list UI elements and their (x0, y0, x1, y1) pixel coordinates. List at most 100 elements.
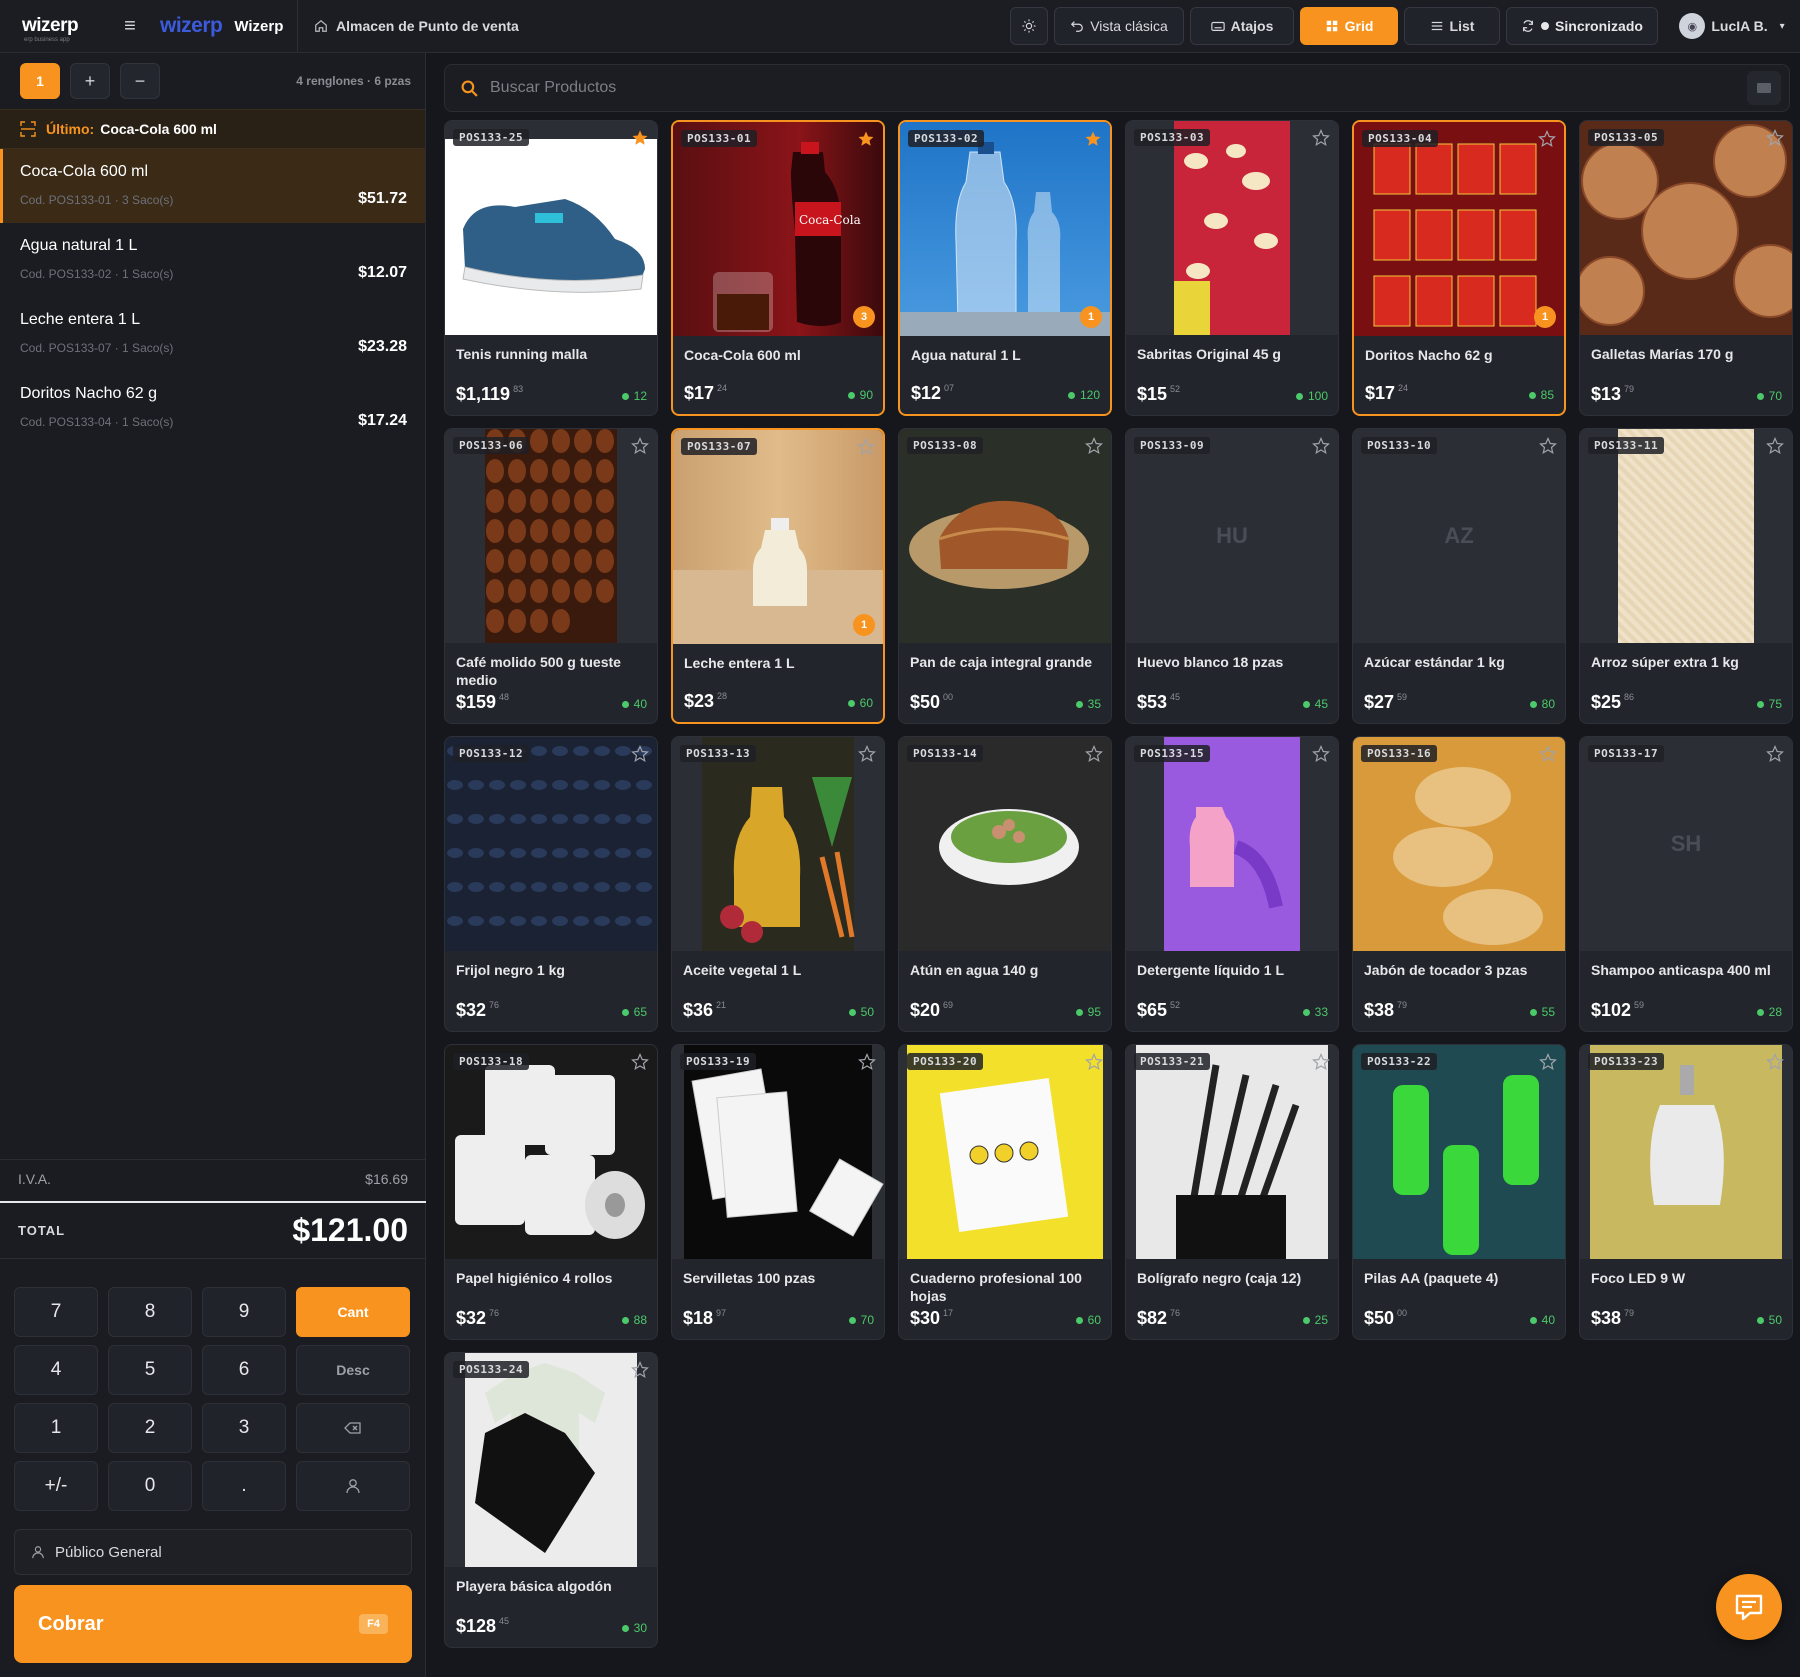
star-icon[interactable] (1539, 745, 1557, 763)
favorite-star-icon[interactable] (857, 130, 875, 148)
product-card[interactable]: POS133-23 Foco LED 9 W $38 79 50 (1579, 1044, 1793, 1340)
product-card[interactable]: POS133-19 Servilletas 100 pzas $18 97 70 (671, 1044, 885, 1340)
product-code: POS133-18 (453, 1053, 530, 1070)
price-integer: $65 (1137, 1000, 1168, 1020)
keypad-key[interactable]: 8 (108, 1287, 192, 1337)
keypad-key[interactable]: 4 (14, 1345, 98, 1395)
product-card[interactable]: POS133-11 Arroz súper extra 1 kg $25 86 75 (1579, 428, 1793, 724)
product-card[interactable]: POS133-07 1 Leche entera 1 L $23 28 60 (671, 428, 885, 724)
product-card[interactable]: POS133-06 Café molido 500 g tueste medio $… (444, 428, 658, 724)
cart-item-price: $12.07 (358, 264, 407, 281)
product-initials: SH (1670, 831, 1702, 856)
product-card[interactable]: POS133-24 Playera básica algodón $128 45 30 (444, 1352, 658, 1648)
grid-view-button[interactable]: Grid (1300, 7, 1398, 45)
product-card[interactable]: HU POS133-09 Huevo blanco 18 pzas $53 45 45 (1125, 428, 1339, 724)
remove-ticket-button[interactable]: − (120, 63, 160, 99)
price-integer: $15 (1137, 384, 1168, 404)
star-icon[interactable] (631, 1053, 649, 1071)
list-view-button[interactable]: List (1404, 7, 1500, 45)
star-icon[interactable] (1539, 437, 1557, 455)
keypad-key[interactable]: 1 (14, 1403, 98, 1453)
keypad-key[interactable]: . (202, 1461, 286, 1511)
stock-count: 90 (859, 388, 873, 402)
star-icon[interactable] (1085, 1053, 1103, 1071)
star-icon[interactable] (1312, 1053, 1330, 1071)
product-name: Atún en agua 140 g (910, 962, 1039, 978)
star-icon[interactable] (1766, 129, 1784, 147)
stock-indicator: 35 (1075, 697, 1101, 711)
discount-key[interactable]: Desc (296, 1345, 410, 1395)
star-icon[interactable] (631, 437, 649, 455)
barcode-button[interactable] (1747, 71, 1781, 105)
star-icon[interactable] (1766, 1053, 1784, 1071)
product-card[interactable]: POS133-21 Bolígrafo negro (caja 12) $82 76 2… (1125, 1044, 1339, 1340)
product-card[interactable]: POS133-08 Pan de caja integral grande $50 0… (898, 428, 1112, 724)
price-integer: $53 (1137, 692, 1168, 712)
product-card[interactable]: POS133-13 Aceite vegetal 1 L $36 21 50 (671, 736, 885, 1032)
product-card[interactable]: POS133-18 Papel higiénico 4 rollos $32 76 88 (444, 1044, 658, 1340)
theme-toggle-button[interactable] (1010, 7, 1048, 45)
product-card[interactable]: POS133-14 Atún en agua 140 g $20 69 95 (898, 736, 1112, 1032)
star-icon[interactable] (858, 745, 876, 763)
star-icon[interactable] (1085, 437, 1103, 455)
keypad-key[interactable]: 9 (202, 1287, 286, 1337)
classic-view-button[interactable]: Vista clásica (1054, 7, 1184, 45)
shortcuts-button[interactable]: Atajos (1190, 7, 1294, 45)
product-card[interactable]: POS133-12 Frijol negro 1 kg $32 76 65 (444, 736, 658, 1032)
star-icon[interactable] (1085, 745, 1103, 763)
star-icon[interactable] (1766, 745, 1784, 763)
chat-button[interactable] (1716, 1574, 1782, 1640)
star-icon[interactable] (1766, 437, 1784, 455)
star-icon[interactable] (1539, 1053, 1557, 1071)
keypad-key[interactable]: +/- (14, 1461, 98, 1511)
quantity-key[interactable]: Cant (296, 1287, 410, 1337)
star-icon[interactable] (1538, 130, 1556, 148)
menu-icon[interactable]: ≡ (110, 15, 150, 38)
add-ticket-button[interactable]: + (70, 63, 110, 99)
product-card[interactable]: POS133-22 Pilas AA (paquete 4) $50 00 40 (1352, 1044, 1566, 1340)
star-icon[interactable] (857, 438, 875, 456)
star-icon[interactable] (631, 745, 649, 763)
star-icon[interactable] (1312, 745, 1330, 763)
search-input[interactable] (490, 79, 1735, 97)
keypad-key[interactable]: 0 (108, 1461, 192, 1511)
product-card[interactable]: Coca-Cola POS133-01 3 Coca-Cola 600 ml $17 24… (671, 120, 885, 416)
product-card[interactable]: POS133-15 Detergente líquido 1 L $65 52 33 (1125, 736, 1339, 1032)
product-card[interactable]: POS133-16 Jabón de tocador 3 pzas $38 79 55 (1352, 736, 1566, 1032)
product-card[interactable]: POS133-02 1 Agua natural 1 L $12 07 120 (898, 120, 1112, 416)
price-cents: 52 (1170, 1000, 1181, 1010)
star-icon[interactable] (1312, 129, 1330, 147)
user-menu-button[interactable]: ◉ LucIA B. ▾ (1664, 7, 1800, 45)
backspace-key[interactable] (296, 1403, 410, 1453)
product-card[interactable]: POS133-25 Tenis running malla $1,119 83 12 (444, 120, 658, 416)
sync-status-button[interactable]: Sincronizado (1506, 7, 1658, 45)
product-card[interactable]: POS133-04 1 Doritos Nacho 62 g $17 24 85 (1352, 120, 1566, 416)
product-price: $50 00 (910, 692, 953, 713)
favorite-star-icon[interactable] (1084, 130, 1102, 148)
cart-item[interactable]: Doritos Nacho 62 g Cod. POS133-04 · 1 Sac… (0, 371, 425, 445)
keypad-key[interactable]: 3 (202, 1403, 286, 1453)
cart-item[interactable]: Coca-Cola 600 ml Cod. POS133-01 · 3 Saco(… (0, 149, 425, 223)
customer-selector[interactable]: Público General (14, 1529, 412, 1575)
star-icon[interactable] (631, 1361, 649, 1379)
star-icon[interactable] (1312, 437, 1330, 455)
cart-item[interactable]: Agua natural 1 L Cod. POS133-02 · 1 Saco(… (0, 223, 425, 297)
customer-key[interactable] (296, 1461, 410, 1511)
keypad-key[interactable]: 2 (108, 1403, 192, 1453)
cart-item[interactable]: Leche entera 1 L Cod. POS133-07 · 1 Saco(… (0, 297, 425, 371)
product-card[interactable]: POS133-05 Galletas Marías 170 g $13 79 70 (1579, 120, 1793, 416)
product-card[interactable]: AZ POS133-10 Azúcar estándar 1 kg $27 59 80 (1352, 428, 1566, 724)
charge-button[interactable]: Cobrar F4 (14, 1585, 412, 1663)
ticket-tab-active[interactable]: 1 (20, 63, 60, 99)
product-card[interactable]: POS133-20 Cuaderno profesional 100 hojas $… (898, 1044, 1112, 1340)
brand-logo[interactable]: wizerp erp business app (0, 15, 110, 43)
product-card[interactable]: POS133-03 Sabritas Original 45 g $15 52 100 (1125, 120, 1339, 416)
product-card[interactable]: SH POS133-17 Shampoo anticaspa 400 ml $102 5… (1579, 736, 1793, 1032)
price-cents: 48 (499, 692, 510, 702)
keypad-key[interactable]: 7 (14, 1287, 98, 1337)
keypad-key[interactable]: 6 (202, 1345, 286, 1395)
favorite-star-icon[interactable] (631, 129, 649, 147)
keypad-key[interactable]: 5 (108, 1345, 192, 1395)
price-cents: 17 (943, 1308, 954, 1318)
star-icon[interactable] (858, 1053, 876, 1071)
